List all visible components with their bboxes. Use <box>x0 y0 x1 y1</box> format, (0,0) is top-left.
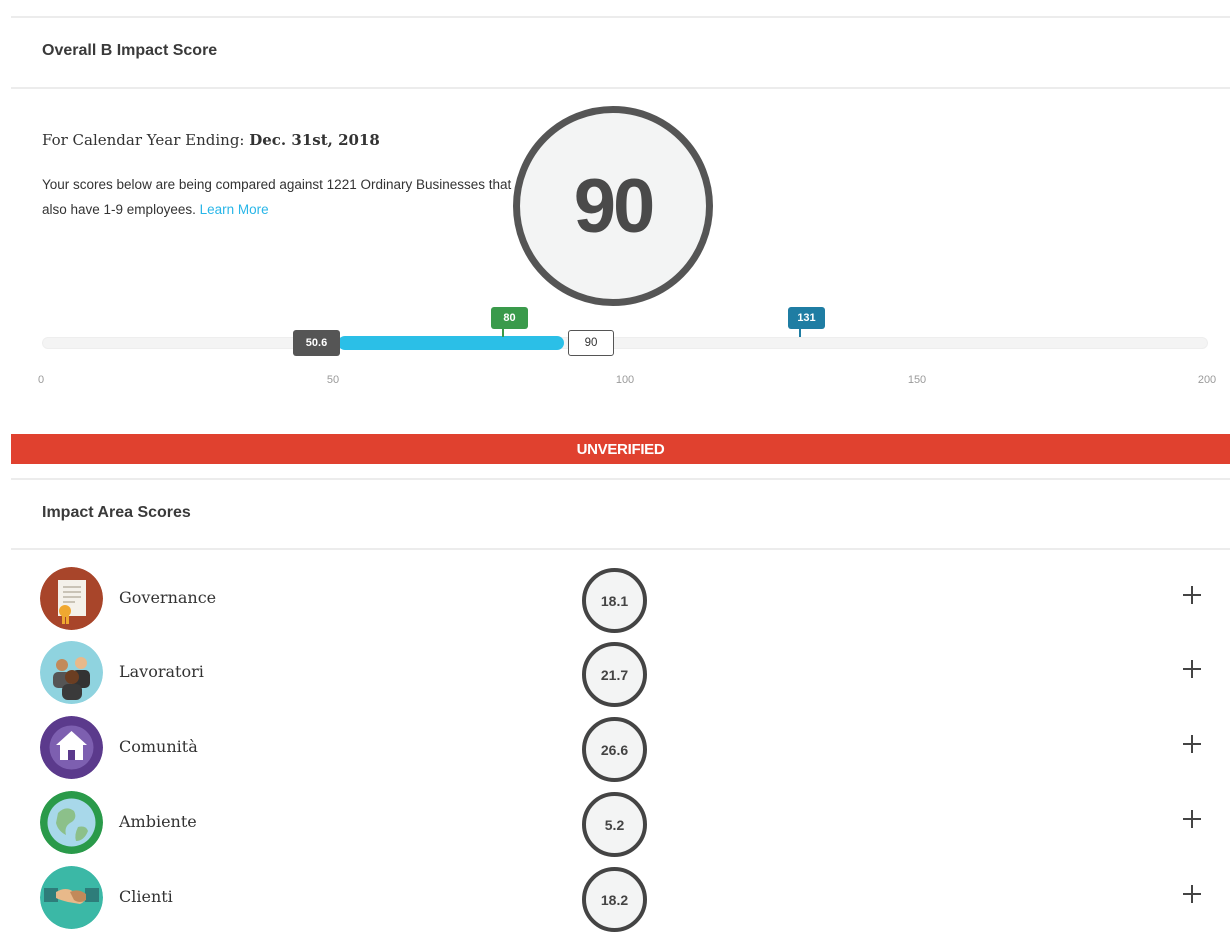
bcorp-threshold-stem <box>799 328 801 337</box>
impact-area-score: 5.2 <box>582 792 647 857</box>
median-marker-stem <box>502 328 504 337</box>
bcorp-threshold-flag: 131 <box>788 307 825 329</box>
impact-area-name: Governance <box>119 588 217 607</box>
scale-tick: 0 <box>37 374 45 386</box>
impact-area-name: Ambiente <box>119 812 197 831</box>
impact-area-name: Comunità <box>119 737 198 756</box>
scale-tick: 50 <box>326 374 340 386</box>
start-score-flag: 50.6 <box>293 330 340 356</box>
score-scale-fill <box>338 336 564 350</box>
comparison-text: Your scores below are being compared aga… <box>42 177 512 217</box>
community-house-icon <box>40 716 103 779</box>
calendar-year-line: For Calendar Year Ending: Dec. 31st, 201… <box>42 131 380 149</box>
overall-title-divider <box>11 87 1230 89</box>
comparison-description: Your scores below are being compared aga… <box>42 172 512 222</box>
scale-tick: 150 <box>907 374 927 386</box>
impact-area-name: Lavoratori <box>119 662 204 681</box>
impact-area-title: Impact Area Scores <box>42 504 191 521</box>
expand-plus-icon[interactable] <box>1180 657 1204 681</box>
impact-area-score: 18.2 <box>582 867 647 932</box>
top-divider <box>11 16 1230 18</box>
impact-area-score: 18.1 <box>582 568 647 633</box>
impact-area-row-governance[interactable]: Governance 18.1 <box>0 567 1230 637</box>
impact-area-row-comunita[interactable]: Comunità 26.6 <box>0 716 1230 786</box>
banner-divider <box>11 478 1230 480</box>
current-score-marker: 90 <box>568 330 614 356</box>
verification-status-banner: UNVERIFIED <box>11 434 1230 464</box>
workers-icon <box>40 641 103 704</box>
impact-area-row-clienti[interactable]: Clienti 18.2 <box>0 866 1230 936</box>
expand-plus-icon[interactable] <box>1180 732 1204 756</box>
expand-plus-icon[interactable] <box>1180 882 1204 906</box>
impact-area-divider <box>11 548 1230 550</box>
handshake-icon <box>40 866 103 929</box>
impact-area-score: 21.7 <box>582 642 647 707</box>
year-prefix: For Calendar Year Ending: <box>42 131 250 149</box>
impact-area-score: 26.6 <box>582 717 647 782</box>
impact-area-row-lavoratori[interactable]: Lavoratori 21.7 <box>0 641 1230 711</box>
learn-more-link[interactable]: Learn More <box>200 202 269 217</box>
globe-icon <box>40 791 103 854</box>
year-date: Dec. 31st, 2018 <box>249 131 380 149</box>
scale-tick: 200 <box>1197 374 1217 386</box>
score-scale-track <box>42 337 1208 349</box>
certificate-icon <box>40 567 103 630</box>
overall-score-circle: 90 <box>513 106 713 306</box>
expand-plus-icon[interactable] <box>1180 807 1204 831</box>
impact-area-name: Clienti <box>119 887 173 906</box>
scale-tick: 100 <box>615 374 635 386</box>
overall-score-title: Overall B Impact Score <box>42 42 218 59</box>
impact-area-row-ambiente[interactable]: Ambiente 5.2 <box>0 791 1230 861</box>
expand-plus-icon[interactable] <box>1180 583 1204 607</box>
median-score-flag: 80 <box>491 307 528 329</box>
